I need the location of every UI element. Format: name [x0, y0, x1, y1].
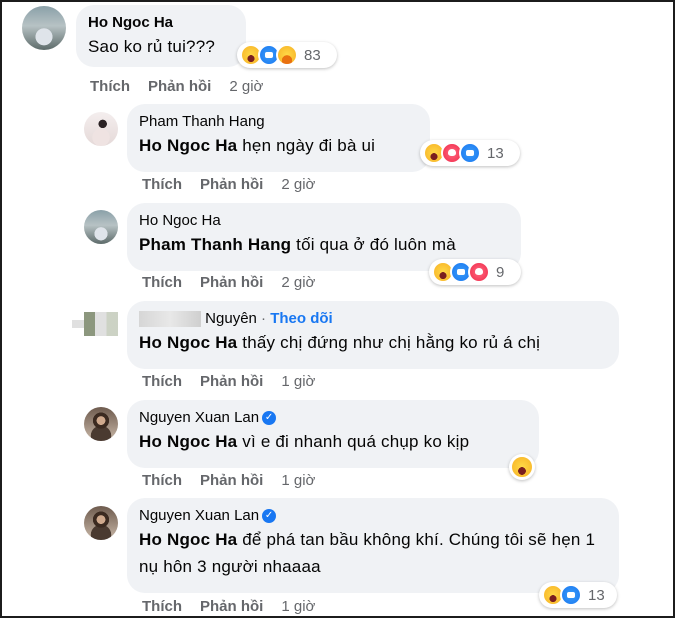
comment-author[interactable]: Nguyen Xuan Lan	[139, 409, 259, 426]
comment-text: Ho Ngoc Ha vì e đi nhanh quá chụp ko kịp	[139, 428, 527, 455]
verified-badge-icon: ✓	[262, 411, 277, 426]
reply-button[interactable]: Phản hồi	[148, 78, 211, 95]
verified-badge-icon: ✓	[262, 509, 277, 524]
comment-text: Ho Ngoc Ha hẹn ngày đi bà ui	[139, 132, 418, 159]
separator-dot: ·	[261, 310, 267, 327]
reaction-count: 13	[487, 144, 504, 162]
comment-author[interactable]: Ho Ngoc Ha	[139, 211, 509, 231]
reaction-summary[interactable]	[509, 454, 535, 480]
reaction-summary[interactable]: 13	[420, 140, 520, 166]
reply-button[interactable]: Phản hồi	[200, 274, 263, 291]
timestamp[interactable]: 1 giờ	[281, 472, 315, 489]
comment-actions: Thích Phản hồi 1 giờ	[142, 598, 333, 615]
comment-actions: Thích Phản hồi 2 giờ	[142, 274, 333, 291]
comment-bubble: Pham Thanh Hang Ho Ngoc Ha hẹn ngày đi b…	[127, 104, 430, 172]
mention-link[interactable]: Ho Ngoc Ha	[139, 136, 237, 155]
reaction-summary[interactable]: 9	[429, 259, 521, 285]
like-icon	[560, 584, 582, 606]
mention-link[interactable]: Ho Ngoc Ha	[139, 432, 237, 451]
blurred-region	[72, 320, 84, 328]
comment-text: Ho Ngoc Ha thấy chị đứng như chị hằng ko…	[139, 329, 607, 356]
timestamp[interactable]: 2 giờ	[281, 176, 315, 193]
comment-text: Pham Thanh Hang tối qua ở đó luôn mà	[139, 231, 509, 258]
reply-button[interactable]: Phản hồi	[200, 176, 263, 193]
reaction-count: 83	[304, 46, 321, 64]
comment-author[interactable]: Nguyên	[205, 310, 257, 327]
like-button[interactable]: Thích	[142, 274, 182, 291]
like-button[interactable]: Thích	[142, 373, 182, 390]
comment-body: tối qua ở đó luôn mà	[291, 235, 456, 254]
comment-bubble: Nguyen Xuan Lan ✓ Ho Ngoc Ha để phá tan b…	[127, 498, 619, 593]
mention-link[interactable]: Ho Ngoc Ha	[139, 530, 237, 549]
comment-author[interactable]: Pham Thanh Hang	[139, 112, 418, 132]
comment-text: Ho Ngoc Ha để phá tan bầu không khí. Chú…	[139, 526, 607, 580]
comment-header: Nguyên · Theo dõi	[139, 309, 607, 329]
haha-icon	[511, 456, 533, 478]
comment-thread: Ho Ngoc Ha Sao ko rủ tui??? 83 Thích Phản…	[0, 0, 675, 618]
blurred-name	[139, 311, 201, 328]
avatar[interactable]	[84, 112, 118, 146]
comment-header: Nguyen Xuan Lan ✓	[139, 506, 607, 526]
reaction-summary[interactable]: 83	[237, 42, 337, 68]
comment-text: Sao ko rủ tui???	[88, 37, 216, 56]
reply-button[interactable]: Phản hồi	[200, 472, 263, 489]
like-button[interactable]: Thích	[142, 176, 182, 193]
comment-author[interactable]: Ho Ngoc Ha	[88, 13, 234, 33]
mention-link[interactable]: Pham Thanh Hang	[139, 235, 291, 254]
comment-actions: Thích Phản hồi 2 giờ	[142, 176, 333, 193]
comment-bubble: Nguyen Xuan Lan ✓ Ho Ngoc Ha vì e đi nhan…	[127, 400, 539, 468]
like-icon	[459, 142, 481, 164]
mention-link[interactable]: Ho Ngoc Ha	[139, 333, 237, 352]
reply-button[interactable]: Phản hồi	[200, 373, 263, 390]
comment-actions: Thích Phản hồi 1 giờ	[142, 472, 333, 489]
reaction-count: 9	[496, 263, 505, 281]
care-icon	[276, 44, 298, 66]
avatar[interactable]	[84, 312, 118, 336]
comment-actions: Thích Phản hồi 2 giờ	[90, 78, 281, 95]
comment-body: thấy chị đứng như chị hằng ko rủ á chị	[237, 333, 541, 352]
comment-header: Nguyen Xuan Lan ✓	[139, 408, 527, 428]
follow-button[interactable]: Theo dõi	[270, 310, 333, 327]
like-button[interactable]: Thích	[142, 598, 182, 615]
avatar[interactable]	[84, 506, 118, 540]
reaction-count: 13	[588, 586, 605, 604]
avatar[interactable]	[84, 407, 118, 441]
reply-button[interactable]: Phản hồi	[200, 598, 263, 615]
timestamp[interactable]: 2 giờ	[229, 78, 263, 95]
comment-body: hẹn ngày đi bà ui	[237, 136, 376, 155]
love-icon	[468, 261, 490, 283]
comment-author[interactable]: Nguyen Xuan Lan	[139, 507, 259, 524]
comment-actions: Thích Phản hồi 1 giờ	[142, 373, 333, 390]
timestamp[interactable]: 1 giờ	[281, 598, 315, 615]
avatar[interactable]	[84, 210, 118, 244]
avatar[interactable]	[22, 6, 66, 50]
timestamp[interactable]: 1 giờ	[281, 373, 315, 390]
comment-body: vì e đi nhanh quá chụp ko kịp	[237, 432, 470, 451]
like-button[interactable]: Thích	[90, 78, 130, 95]
like-button[interactable]: Thích	[142, 472, 182, 489]
comment-bubble: Nguyên · Theo dõi Ho Ngoc Ha thấy chị đứ…	[127, 301, 619, 369]
comment-bubble: Ho Ngoc Ha Sao ko rủ tui???	[76, 5, 246, 67]
timestamp[interactable]: 2 giờ	[281, 274, 315, 291]
reaction-summary[interactable]: 13	[539, 582, 617, 608]
